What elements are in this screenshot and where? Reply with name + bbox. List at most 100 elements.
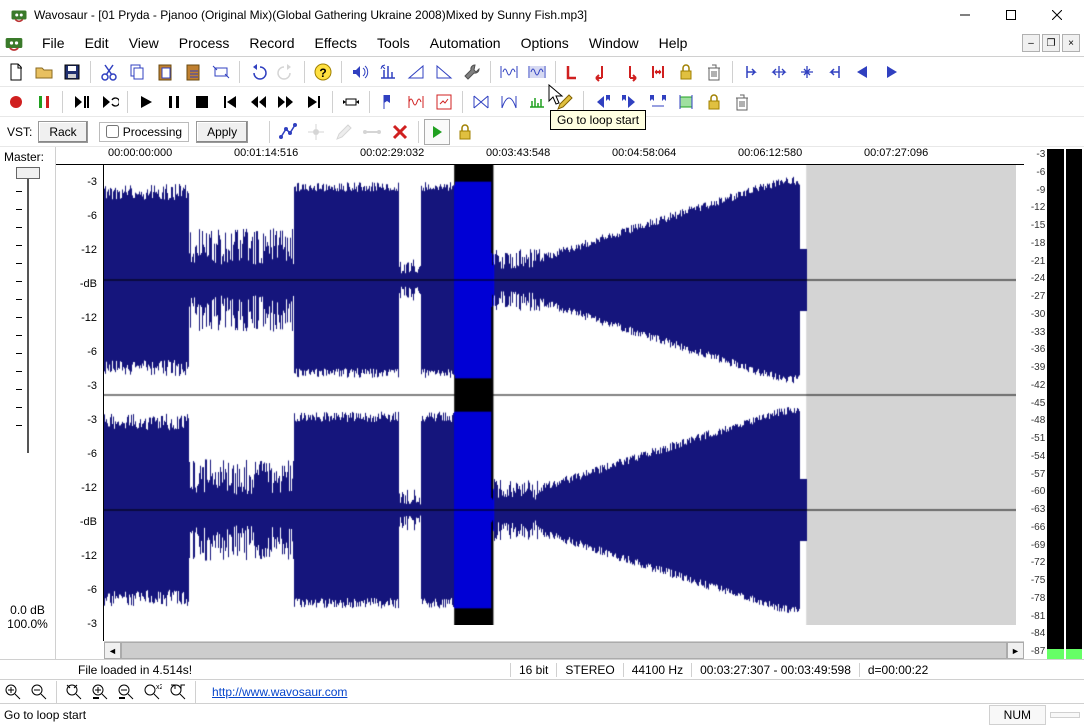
env-lock-icon[interactable] — [452, 119, 478, 145]
menu-automation[interactable]: Automation — [420, 32, 511, 54]
undo-icon[interactable] — [245, 59, 271, 85]
play-icon[interactable] — [133, 89, 159, 115]
zoom-x2-icon[interactable]: x2 — [140, 681, 164, 703]
zoom-sel-in-icon[interactable] — [88, 681, 112, 703]
waveform-canvas-wrap[interactable] — [104, 165, 1024, 641]
help-icon[interactable]: ? — [310, 59, 336, 85]
zoom-out-icon[interactable] — [27, 681, 51, 703]
normalize-icon[interactable] — [375, 59, 401, 85]
menu-options[interactable]: Options — [511, 32, 579, 54]
new-file-icon[interactable] — [3, 59, 29, 85]
horizontal-scrollbar[interactable]: ◄ ► — [104, 641, 1024, 659]
paste-icon[interactable] — [152, 59, 178, 85]
website-link[interactable]: http://www.wavosaur.com — [212, 685, 347, 699]
zoom-fit-icon[interactable] — [62, 681, 86, 703]
save-file-icon[interactable] — [59, 59, 85, 85]
input-meter-icon[interactable] — [31, 89, 57, 115]
play-prev-icon[interactable] — [850, 59, 876, 85]
marker-range-icon[interactable] — [645, 89, 671, 115]
crossfade-icon[interactable] — [468, 89, 494, 115]
mdi-close-button[interactable]: × — [1062, 34, 1080, 52]
marker-split-icon[interactable] — [766, 59, 792, 85]
env-reset-icon[interactable] — [359, 119, 385, 145]
menu-process[interactable]: Process — [169, 32, 240, 54]
forward-icon[interactable] — [273, 89, 299, 115]
apply-button[interactable]: Apply — [196, 121, 248, 143]
master-fader[interactable] — [22, 173, 34, 453]
record-icon[interactable] — [3, 89, 29, 115]
loop-start-icon[interactable] — [589, 59, 615, 85]
minimize-button[interactable] — [942, 0, 988, 30]
mdi-restore-button[interactable]: ❐ — [1042, 34, 1060, 52]
marker-end-icon[interactable] — [822, 59, 848, 85]
scroll-left-button[interactable]: ◄ — [104, 642, 121, 659]
menu-view[interactable]: View — [119, 32, 169, 54]
crop-icon[interactable] — [208, 59, 234, 85]
loop-toggle-icon[interactable] — [338, 89, 364, 115]
paste-mix-icon[interactable] — [180, 59, 206, 85]
db-label: -3 — [56, 369, 103, 403]
lock-loop-icon[interactable] — [673, 59, 699, 85]
zoom-full-icon[interactable] — [166, 681, 190, 703]
meter-scale-label: -48 — [1026, 415, 1045, 426]
go-start-icon[interactable] — [217, 89, 243, 115]
env-draw-icon[interactable] — [331, 119, 357, 145]
select-all-wave-icon[interactable] — [524, 59, 550, 85]
marker-center-icon[interactable] — [794, 59, 820, 85]
menu-tools[interactable]: Tools — [367, 32, 420, 54]
time-ruler[interactable]: 00:00:00:000 00:01:14:516 00:02:29:032 0… — [56, 147, 1024, 165]
pause-icon[interactable] — [161, 89, 187, 115]
menu-help[interactable]: Help — [649, 32, 698, 54]
play-pause-icon[interactable] — [68, 89, 94, 115]
menu-file[interactable]: File — [32, 32, 75, 54]
close-button[interactable] — [1034, 0, 1080, 30]
wrench-icon[interactable] — [459, 59, 485, 85]
zoom-in-icon[interactable] — [1, 681, 25, 703]
copy-icon[interactable] — [124, 59, 150, 85]
select-wave-icon[interactable] — [496, 59, 522, 85]
menu-window[interactable]: Window — [579, 32, 649, 54]
env-point-add-icon[interactable] — [303, 119, 329, 145]
fade-out-icon[interactable] — [431, 59, 457, 85]
cut-icon[interactable] — [96, 59, 122, 85]
menu-record[interactable]: Record — [239, 32, 304, 54]
marker-start-icon[interactable] — [738, 59, 764, 85]
fader-knob[interactable] — [16, 167, 40, 179]
play-repeat-icon[interactable] — [96, 89, 122, 115]
loop-end-icon[interactable] — [617, 59, 643, 85]
stop-icon[interactable] — [189, 89, 215, 115]
envelope-icon[interactable] — [275, 119, 301, 145]
fade-in-icon[interactable] — [403, 59, 429, 85]
scroll-track[interactable] — [121, 642, 1007, 659]
markers-lock-icon[interactable] — [701, 89, 727, 115]
play-next-icon[interactable] — [878, 59, 904, 85]
marker-add-icon[interactable] — [375, 89, 401, 115]
resample-icon[interactable] — [524, 89, 550, 115]
go-end-icon[interactable] — [301, 89, 327, 115]
maximize-button[interactable] — [988, 0, 1034, 30]
marker-export-icon[interactable] — [431, 89, 457, 115]
ruler-tick: 00:06:12:580 — [738, 147, 802, 159]
scroll-thumb[interactable] — [121, 642, 1007, 659]
play-env-icon[interactable] — [424, 119, 450, 145]
markers-delete-icon[interactable] — [729, 89, 755, 115]
marker-wave-icon[interactable] — [403, 89, 429, 115]
open-file-icon[interactable] — [31, 59, 57, 85]
delete-loop-icon[interactable] — [701, 59, 727, 85]
menu-effects[interactable]: Effects — [305, 32, 368, 54]
rack-button[interactable]: Rack — [38, 121, 87, 143]
zoom-sel-out-icon[interactable] — [114, 681, 138, 703]
loop-sel-icon[interactable] — [645, 59, 671, 85]
volume-icon[interactable] — [347, 59, 373, 85]
processing-checkbox-wrap[interactable]: Processing — [99, 122, 189, 142]
env-delete-icon[interactable] — [387, 119, 413, 145]
processing-checkbox[interactable] — [106, 125, 119, 138]
rewind-icon[interactable] — [245, 89, 271, 115]
mdi-minimize-button[interactable]: – — [1022, 34, 1040, 52]
selection-to-markers-icon[interactable] — [673, 89, 699, 115]
redo-icon[interactable] — [273, 59, 299, 85]
menu-edit[interactable]: Edit — [75, 32, 119, 54]
loop-set-icon[interactable] — [561, 59, 587, 85]
scroll-right-button[interactable]: ► — [1007, 642, 1024, 659]
interpolate-icon[interactable] — [496, 89, 522, 115]
